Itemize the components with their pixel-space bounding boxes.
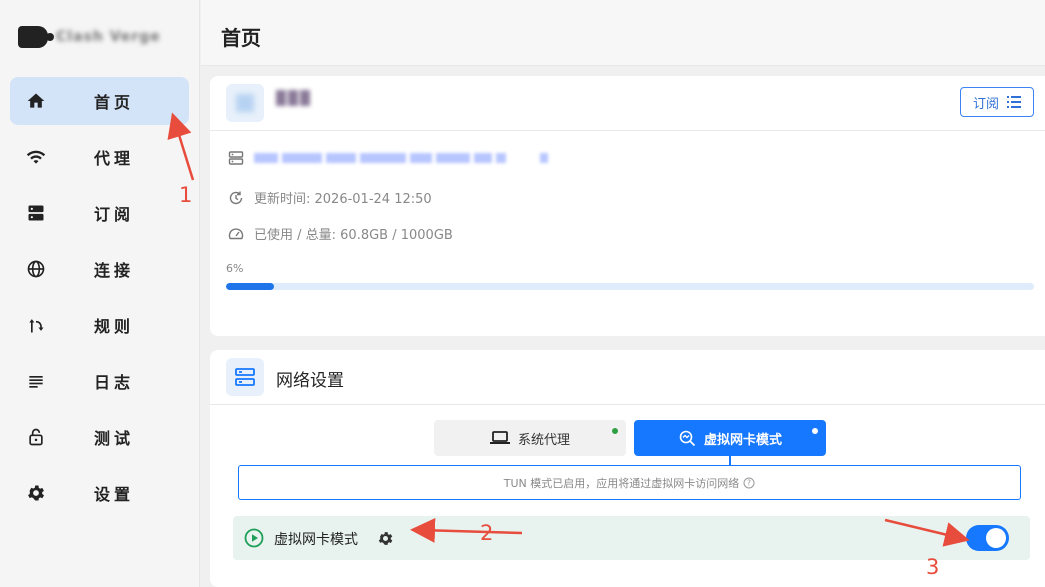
tun-note: TUN 模式已启用，应用将通过虚拟网卡访问网络 ?	[238, 465, 1021, 500]
sidebar-item-label: 设置	[94, 485, 135, 504]
sidebar-item-label: 首页	[94, 93, 135, 112]
sidebar-item-settings[interactable]: 设置	[10, 469, 189, 517]
tun-search-icon	[679, 430, 696, 447]
subscription-url	[254, 153, 548, 163]
list-icon	[1007, 96, 1021, 108]
lines-icon	[29, 376, 43, 388]
sidebar-item-test[interactable]: 测试	[10, 413, 189, 461]
usage-text: 已使用 / 总量: 60.8GB / 1000GB	[254, 228, 453, 243]
subscription-card: 订阅 更新时间: 2026-01-24 12:50 已使用 / 总量: 60.8…	[210, 76, 1045, 336]
update-time: 更新时间: 2026-01-24 12:50	[254, 192, 432, 207]
divider	[210, 130, 1045, 131]
fork-icon	[29, 319, 44, 333]
home-icon	[27, 93, 45, 108]
subscription-button[interactable]: 订阅	[960, 87, 1034, 117]
update-time-row: 更新时间: 2026-01-24 12:50	[228, 188, 432, 207]
system-proxy-status-dot	[612, 428, 618, 434]
usage-percent: 6%	[226, 262, 244, 275]
tun-mode-status-dot	[812, 428, 818, 434]
sidebar-item-subscription[interactable]: 订阅	[10, 189, 189, 237]
svg-text:?: ?	[747, 478, 751, 487]
tun-mode-row: 虚拟网卡模式	[233, 516, 1030, 560]
subscription-url-row	[228, 150, 548, 166]
subscription-name	[276, 90, 312, 110]
logo-icon	[18, 26, 54, 48]
sidebar-item-label: 测试	[94, 429, 135, 448]
speedometer-icon	[228, 227, 244, 239]
header: 首页	[201, 0, 1045, 66]
sidebar-item-label: 规则	[94, 317, 135, 336]
network-settings-title: 网络设置	[276, 371, 344, 391]
sidebar-item-proxy[interactable]: 代理	[10, 133, 189, 181]
annotation-1: 1	[179, 183, 193, 207]
subscription-icon	[226, 84, 264, 122]
gear-icon[interactable]	[377, 530, 394, 547]
usage-progress-bar	[226, 283, 1034, 290]
network-settings-card: 网络设置 系统代理 虚拟网卡模式 TUN 模式已启用，应用将通过虚拟网卡访问网络…	[210, 350, 1045, 587]
tun-toggle[interactable]	[966, 525, 1009, 551]
tun-mode-button[interactable]: 虚拟网卡模式	[634, 420, 826, 456]
app-logo: Clash Verge	[18, 26, 161, 48]
divider	[210, 404, 1045, 405]
usage-row: 已使用 / 总量: 60.8GB / 1000GB	[228, 224, 453, 243]
sidebar-item-logs[interactable]: 日志	[10, 357, 189, 405]
laptop-icon	[489, 431, 510, 444]
sidebar-nav: 首页 代理 订阅 连接 规则 日志 测试 设置	[10, 77, 189, 525]
tun-row-label: 虚拟网卡模式	[274, 532, 358, 548]
lock-icon	[29, 428, 43, 446]
sidebar-item-rules[interactable]: 规则	[10, 301, 189, 349]
sidebar-item-label: 日志	[94, 373, 135, 392]
tun-mode-label: 虚拟网卡模式	[703, 432, 782, 448]
clock-refresh-icon	[229, 191, 243, 204]
network-icon	[226, 358, 264, 396]
subscription-button-label: 订阅	[972, 96, 999, 112]
annotation-2: 2	[480, 521, 494, 545]
page-title: 首页	[221, 26, 261, 50]
sidebar: Clash Verge 首页 代理 订阅 连接 规则 日志 测试 设置	[0, 0, 200, 587]
sidebar-item-label: 代理	[94, 149, 135, 168]
sidebar-item-connections[interactable]: 连接	[10, 245, 189, 293]
sidebar-item-home[interactable]: 首页	[10, 77, 189, 125]
server-icon	[28, 205, 44, 221]
usage-progress-fill	[226, 283, 275, 290]
help-icon[interactable]: ?	[743, 477, 755, 489]
server-icon	[228, 151, 244, 165]
annotation-3: 3	[926, 555, 940, 579]
system-proxy-button[interactable]: 系统代理	[434, 420, 626, 456]
gear-icon	[28, 485, 44, 501]
mode-connector	[729, 456, 731, 465]
wifi-icon	[26, 150, 46, 164]
app-name: Clash Verge	[56, 29, 161, 45]
sidebar-item-label: 订阅	[94, 205, 135, 224]
toggle-knob	[986, 528, 1006, 548]
sidebar-item-label: 连接	[94, 261, 135, 280]
globe-icon	[27, 260, 45, 278]
system-proxy-label: 系统代理	[517, 432, 570, 448]
play-circle-icon	[244, 528, 264, 548]
tun-note-text: TUN 模式已启用，应用将通过虚拟网卡访问网络	[503, 476, 740, 490]
